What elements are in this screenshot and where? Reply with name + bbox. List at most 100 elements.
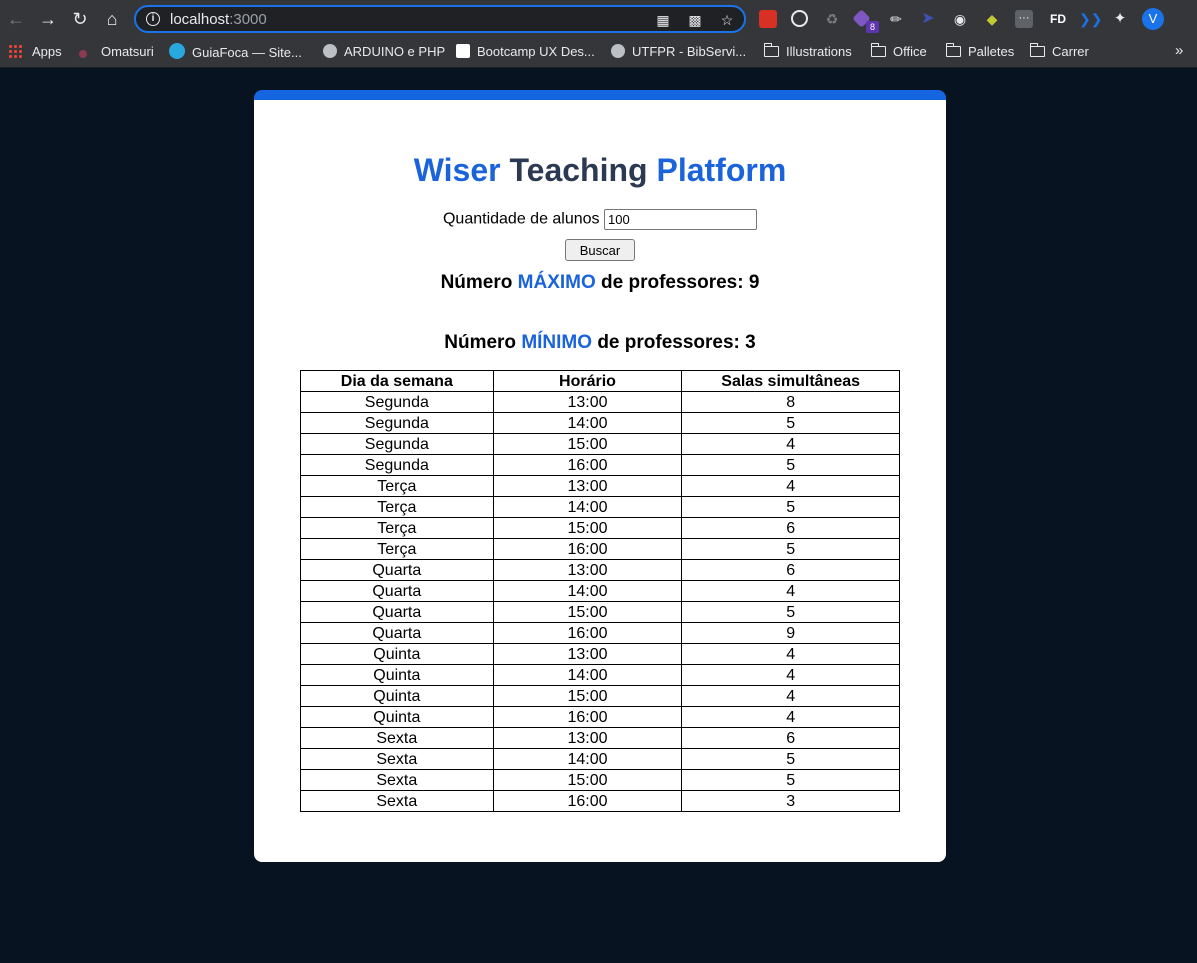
- site-info-icon[interactable]: i: [146, 12, 160, 26]
- gem-extension-icon[interactable]: ◆: [983, 10, 1001, 28]
- table-cell: 3: [681, 790, 900, 812]
- bootcamp-icon: [456, 44, 470, 58]
- bookmark-folder-palletes[interactable]: Palletes: [945, 43, 1014, 61]
- address-bar[interactable]: i localhost:3000 ▦ ▩ ☆: [134, 5, 746, 33]
- table-cell: 5: [681, 454, 900, 476]
- bookmark-apps[interactable]: Apps: [8, 43, 62, 61]
- table-row: Quinta 15:00 4: [300, 685, 900, 707]
- bookmark-folder-illustrations[interactable]: Illustrations: [763, 43, 852, 61]
- table-cell: 14:00: [492, 496, 683, 518]
- home-icon[interactable]: ⌂: [102, 9, 122, 29]
- table-cell: Quinta: [300, 685, 494, 707]
- table-cell: 13:00: [492, 391, 683, 413]
- recycle-extension-icon[interactable]: ♻: [823, 10, 841, 28]
- table-row: Quinta 13:00 4: [300, 643, 900, 665]
- table-cell: 16:00: [492, 454, 683, 476]
- column-header: Salas simultâneas: [681, 370, 900, 392]
- table-row: Quarta 15:00 5: [300, 601, 900, 623]
- search-button[interactable]: Buscar: [565, 239, 635, 261]
- table-cell: 4: [681, 706, 900, 728]
- table-row: Terça 16:00 5: [300, 538, 900, 560]
- table-cell: 5: [681, 412, 900, 434]
- fd-extension-icon[interactable]: FD: [1047, 10, 1069, 28]
- forward-icon[interactable]: →: [38, 9, 58, 29]
- pen-extension-icon[interactable]: ✏: [887, 10, 905, 28]
- quantity-label: Quantidade de alunos: [442, 210, 600, 228]
- reload-icon[interactable]: ↻: [70, 9, 90, 29]
- table-cell: 6: [681, 517, 900, 539]
- table-row: Quarta 16:00 9: [300, 622, 900, 644]
- table-cell: Terça: [300, 538, 494, 560]
- bookmark-folder-office[interactable]: Office: [870, 43, 927, 61]
- arrow-extension-icon[interactable]: ➤: [919, 10, 937, 28]
- table-cell: 5: [681, 538, 900, 560]
- bookmark-folder-carrer[interactable]: Carrer: [1029, 43, 1089, 61]
- table-cell: Terça: [300, 496, 494, 518]
- table-row: Terça 14:00 5: [300, 496, 900, 518]
- back-icon[interactable]: ←: [6, 9, 26, 29]
- bookmark-star-icon[interactable]: ☆: [718, 11, 736, 29]
- profile-avatar[interactable]: V: [1142, 8, 1164, 30]
- table-row: Sexta 15:00 5: [300, 769, 900, 791]
- qr-code-icon[interactable]: ▦: [654, 11, 672, 29]
- folder-icon: [945, 43, 961, 57]
- table-cell: Segunda: [300, 433, 494, 455]
- table-cell: 16:00: [492, 706, 683, 728]
- table-cell: 5: [681, 748, 900, 770]
- translate-icon[interactable]: ▩: [686, 11, 704, 29]
- table-cell: Terça: [300, 475, 494, 497]
- extension-icon[interactable]: [759, 10, 777, 28]
- table-cell: 4: [681, 433, 900, 455]
- table-cell: Quarta: [300, 622, 494, 644]
- table-row: Terça 15:00 6: [300, 517, 900, 539]
- table-cell: Sexta: [300, 727, 494, 749]
- folder-icon: [763, 43, 779, 57]
- table-row: Sexta 16:00 3: [300, 790, 900, 812]
- table-cell: Segunda: [300, 391, 494, 413]
- table-cell: 4: [681, 475, 900, 497]
- table-cell: 9: [681, 622, 900, 644]
- wave-extension-icon[interactable]: ❯❯: [1079, 10, 1102, 28]
- main-card: Wiser Teaching Platform Quantidade de al…: [254, 90, 946, 862]
- table-cell: 6: [681, 727, 900, 749]
- table-row: Quarta 14:00 4: [300, 580, 900, 602]
- column-header: Horário: [492, 370, 683, 392]
- min-teachers: Número MÍNIMO de professores: 3: [444, 332, 756, 353]
- bookmark-arduino[interactable]: ARDUINO e PHP: [323, 43, 445, 61]
- table-cell: Quarta: [300, 601, 494, 623]
- apps-grid-icon: [8, 44, 22, 58]
- student-quantity-form: Quantidade de alunos: [254, 209, 946, 230]
- table-cell: 15:00: [492, 685, 683, 707]
- bookmark-bootcamp[interactable]: Bootcamp UX Des...: [456, 43, 595, 61]
- bookmark-omatsuri[interactable]: Omatsuri: [79, 43, 154, 61]
- table-cell: 14:00: [492, 664, 683, 686]
- target-extension-icon[interactable]: [791, 10, 808, 27]
- more-bookmarks-icon[interactable]: »: [1175, 42, 1183, 59]
- table-header-row: Dia da semana Horário Salas simultâneas: [300, 370, 900, 392]
- table-row: Quarta 13:00 6: [300, 559, 900, 581]
- browser-toolbar: ← → ↻ ⌂ i localhost:3000 ▦ ▩ ☆ ♻ 8 ✏ ➤ ◉…: [0, 0, 1197, 38]
- puzzle-extensions-icon[interactable]: ✦: [1111, 10, 1129, 28]
- camera-extension-icon[interactable]: ◉: [951, 10, 969, 28]
- table-cell: 4: [681, 664, 900, 686]
- table-cell: Sexta: [300, 748, 494, 770]
- bookmark-guiafoca[interactable]: GuiaFoca — Site...: [169, 43, 302, 61]
- schedule-table: Dia da semana Horário Salas simultâneas …: [300, 370, 900, 812]
- table-cell: 5: [681, 601, 900, 623]
- dots-extension-icon[interactable]: ···: [1015, 10, 1033, 28]
- table-row: Segunda 13:00 8: [300, 391, 900, 413]
- guiafoca-icon: [169, 43, 185, 59]
- table-cell: 6: [681, 559, 900, 581]
- table-row: Quinta 16:00 4: [300, 706, 900, 728]
- table-row: Terça 13:00 4: [300, 475, 900, 497]
- folder-icon: [870, 43, 886, 57]
- column-header: Dia da semana: [300, 370, 494, 392]
- bookmark-utfpr[interactable]: UTFPR - BibServi...: [611, 43, 746, 61]
- quantity-input[interactable]: [604, 209, 758, 230]
- url-text[interactable]: localhost:3000: [170, 11, 267, 28]
- table-cell: 13:00: [492, 475, 683, 497]
- table-cell: 13:00: [492, 727, 683, 749]
- table-row: Sexta 14:00 5: [300, 748, 900, 770]
- table-cell: 16:00: [492, 790, 683, 812]
- table-cell: 4: [681, 685, 900, 707]
